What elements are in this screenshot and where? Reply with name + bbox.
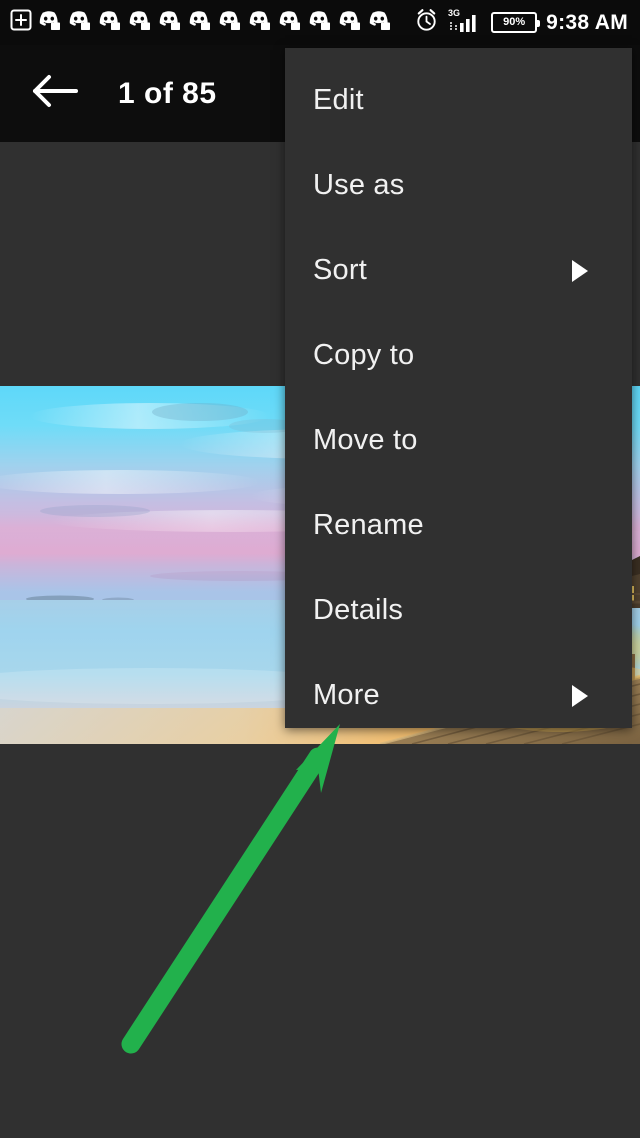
menu-item-details[interactable]: Details [285,568,632,653]
menu-item-rename[interactable]: Rename [285,483,632,568]
status-bar-system-icons: 3G 90% 9:38 AM [414,7,628,38]
back-arrow-icon [30,72,80,115]
menu-item-more[interactable]: More [285,653,632,738]
status-bar-notifications [10,9,414,36]
discord-notification-icon [366,9,392,36]
alarm-clock-icon [414,8,439,38]
discord-notification-icon [156,9,182,36]
add-to-screen-icon [10,9,32,36]
menu-item-label: Details [313,594,404,626]
menu-item-label: More [313,679,380,711]
menu-item-label: Sort [313,254,367,286]
back-button[interactable] [22,61,88,127]
chevron-right-icon [572,259,588,282]
menu-item-use-as[interactable]: Use as [285,143,632,228]
menu-item-edit[interactable]: Edit [285,58,632,143]
overflow-popup-menu: Edit Use as Sort Copy to Move to Rename … [285,48,632,728]
discord-notification-icon [306,9,332,36]
menu-item-label: Use as [313,169,405,201]
discord-notification-icon [186,9,212,36]
svg-text:3G: 3G [448,8,460,18]
chevron-right-icon [572,684,588,707]
discord-notification-icon [276,9,302,36]
menu-item-label: Rename [313,509,424,541]
discord-notification-icon [66,9,92,36]
menu-item-sort[interactable]: Sort [285,228,632,313]
battery-indicator: 90% [491,12,541,33]
discord-notification-icon [216,9,242,36]
signal-bars-icon: 3G [448,7,482,38]
menu-item-copy-to[interactable]: Copy to [285,313,632,398]
battery-percent-label: 90% [503,16,526,28]
phone-screen: 3G 90% 9:38 AM 1 of 85 Edit Use as Sort … [0,0,640,1138]
status-bar-clock: 9:38 AM [546,10,628,34]
discord-notification-icon [126,9,152,36]
menu-item-label: Copy to [313,339,415,371]
discord-notification-icon [36,9,62,36]
discord-notification-icon [246,9,272,36]
menu-item-label: Move to [313,424,418,456]
page-title: 1 of 85 [118,76,217,110]
menu-item-move-to[interactable]: Move to [285,398,632,483]
menu-item-label: Edit [313,84,364,116]
status-bar: 3G 90% 9:38 AM [0,0,640,45]
discord-notification-icon [336,9,362,36]
discord-notification-icon [96,9,122,36]
